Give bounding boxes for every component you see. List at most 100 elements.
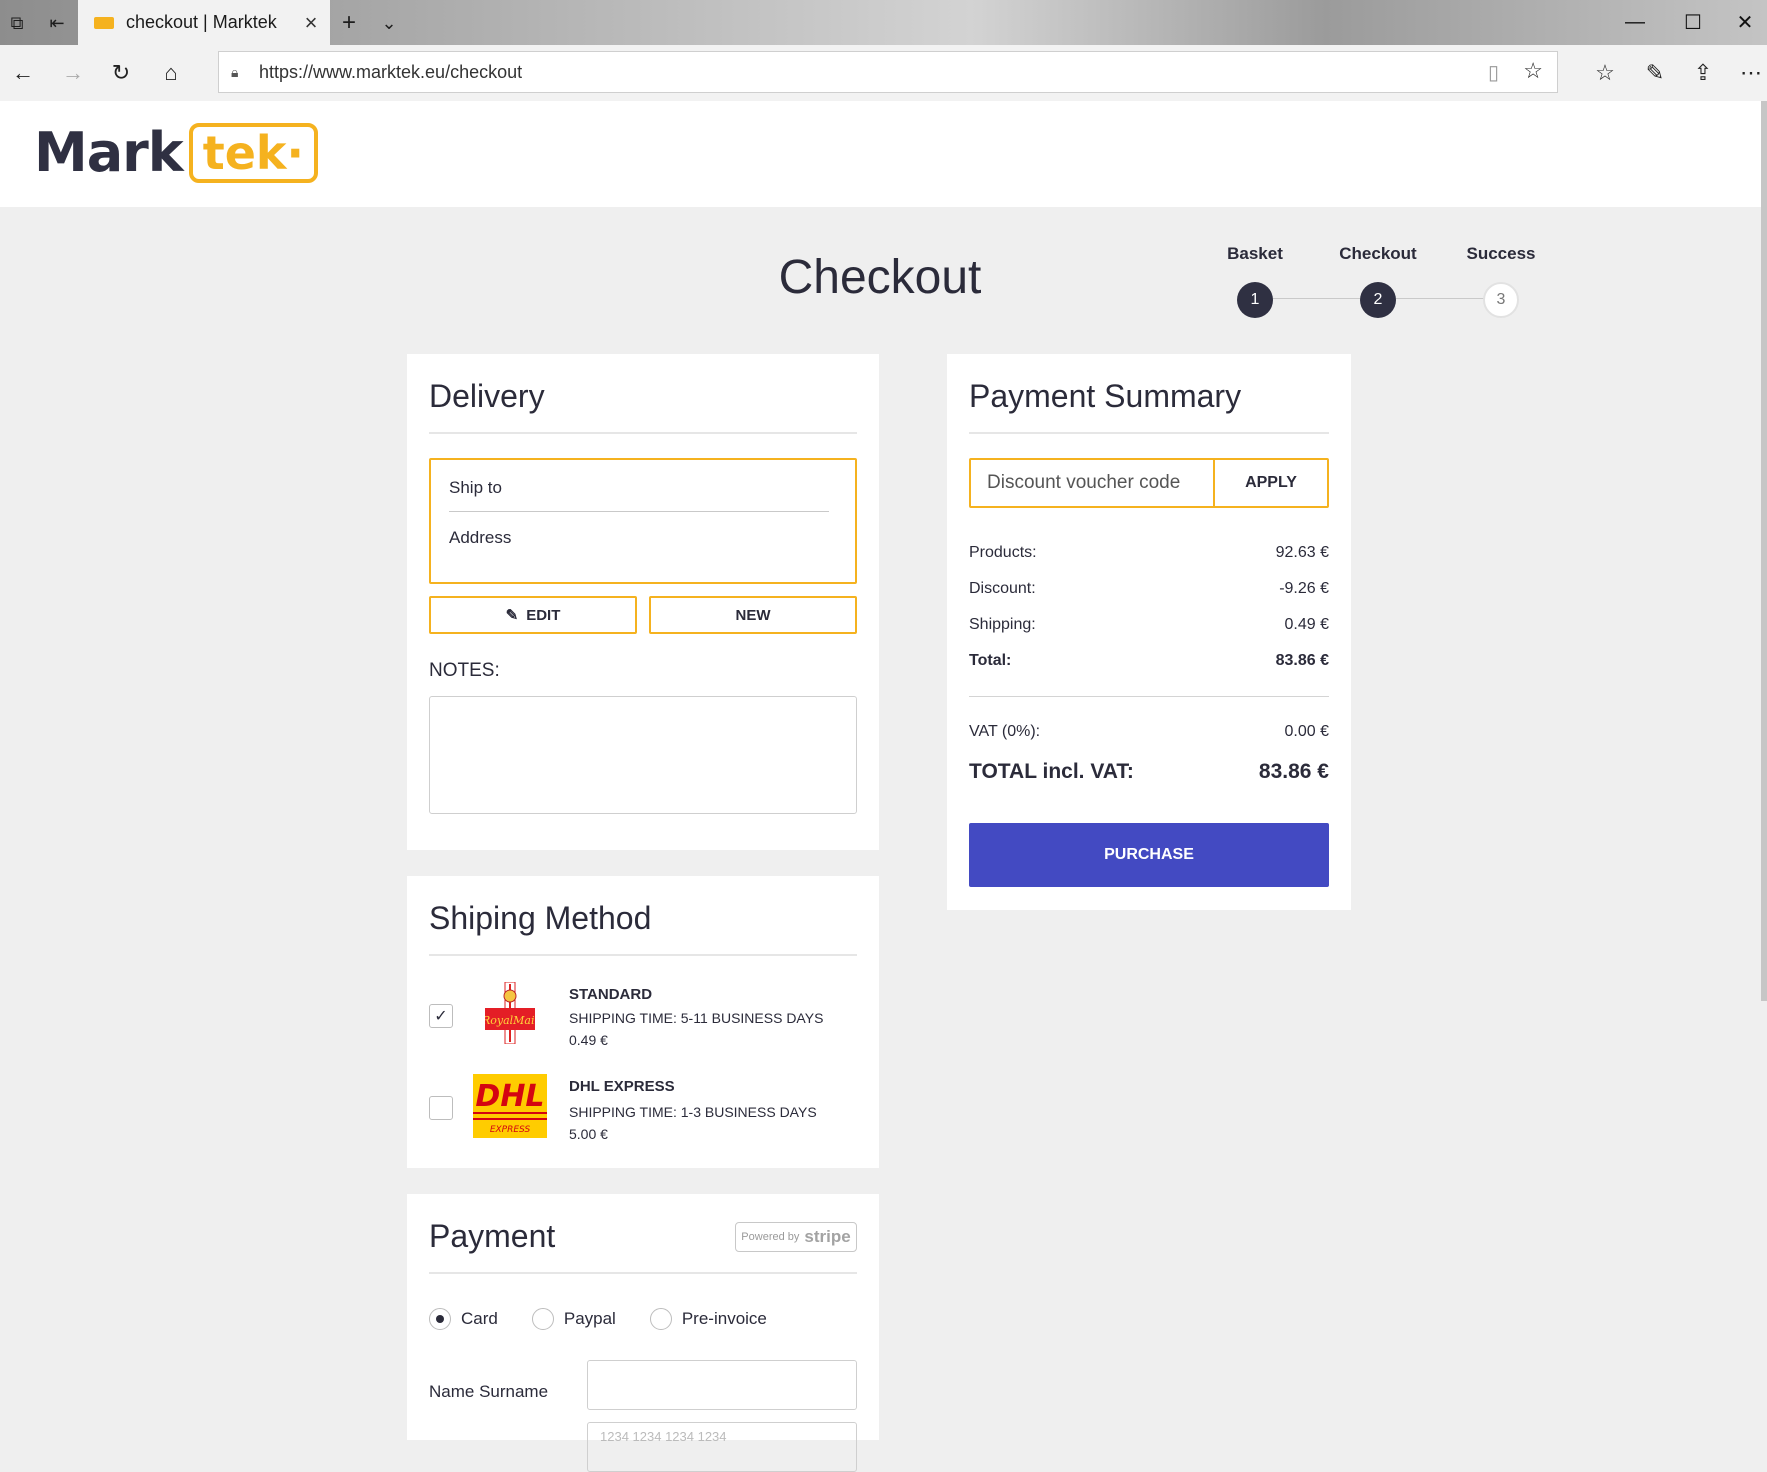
favorite-star-icon[interactable]: ☆ [1523, 58, 1543, 84]
url-text: https://www.marktek.eu/checkout [259, 61, 523, 82]
step-label: Basket [1227, 244, 1283, 263]
voucher-group: Discount voucher code APPLY [969, 458, 1329, 508]
vat-value: 0.00 € [1284, 723, 1329, 740]
option-time: SHIPPING TIME: 5-11 BUSINESS DAYS [569, 1010, 824, 1026]
stripe-brand-text: stripe [804, 1227, 851, 1246]
shipping-heading: Shiping Method [429, 900, 652, 936]
option-name: STANDARD [569, 986, 653, 1003]
svg-text:DHL: DHL [475, 1079, 544, 1114]
notes-textarea[interactable] [429, 696, 857, 814]
card-radio[interactable] [429, 1308, 451, 1330]
step-number: 1 [1237, 282, 1273, 318]
vat-label: VAT (0%): [969, 723, 1041, 740]
standard-checkbox[interactable]: ✓ [429, 1004, 453, 1028]
notes-label: NOTES: [429, 660, 500, 681]
products-label: Products: [969, 544, 1037, 561]
card-number-input[interactable]: 1234 1234 1234 1234 [587, 1422, 857, 1472]
step-label: Checkout [1339, 244, 1417, 263]
address-bar[interactable]: 🔒︎ https://www.marktek.eu/checkout ▯ ☆ [218, 51, 1558, 93]
products-row: Products: 92.63 € [969, 544, 1329, 562]
payment-heading: Payment [429, 1218, 556, 1254]
voucher-input[interactable]: Discount voucher code [971, 460, 1215, 506]
minimize-icon[interactable]: — [1620, 8, 1650, 36]
home-icon[interactable]: ⌂ [156, 58, 186, 88]
total-incl-vat-row: TOTAL incl. VAT: 83.86 € [969, 760, 1329, 784]
set-aside-tabs-icon[interactable]: ⇤ [44, 10, 70, 36]
dhl-logo: DHL EXPRESS [473, 1074, 547, 1138]
total-incl-label: TOTAL incl. VAT: [969, 760, 1134, 783]
divider [449, 511, 829, 512]
forward-icon[interactable]: → [58, 58, 88, 88]
back-icon[interactable]: ← [8, 58, 38, 88]
discount-value: -9.26 € [1279, 580, 1329, 597]
svg-text:EXPRESS: EXPRESS [490, 1125, 531, 1135]
step-number: 2 [1360, 282, 1396, 318]
divider [969, 696, 1329, 697]
new-tab-icon[interactable]: + [336, 9, 362, 36]
apply-button[interactable]: APPLY [1215, 460, 1327, 506]
site-header: Mark tek· [0, 101, 1761, 207]
payment-card: Payment Powered by stripe Card Paypal Pr… [407, 1194, 879, 1472]
pen-notes-icon[interactable]: ✎ [1640, 58, 1670, 88]
close-window-icon[interactable]: ✕ [1730, 8, 1760, 36]
favicon-icon [94, 16, 114, 29]
delivery-heading: Delivery [429, 378, 545, 414]
step-label: Success [1466, 244, 1536, 263]
tab-actions-icon[interactable]: ⧉ [4, 10, 30, 36]
purchase-button[interactable]: PURCHASE [969, 823, 1329, 887]
svg-text:RoyalMail: RoyalMail [485, 1014, 535, 1027]
address-label: Address [449, 528, 512, 547]
logo-tek-box: tek· [188, 122, 318, 183]
total-row: Total: 83.86 € [969, 652, 1329, 670]
pre-invoice-radio[interactable] [649, 1308, 672, 1330]
powered-by-stripe-badge: Powered by stripe [735, 1222, 857, 1252]
products-value: 92.63 € [1275, 544, 1329, 561]
paypal-label[interactable]: Paypal [564, 1309, 616, 1329]
payment-method-group: Card Paypal Pre-invoice [429, 1308, 767, 1330]
marktek-logo[interactable]: Mark tek· [34, 121, 318, 184]
edit-address-button[interactable]: ✎ EDIT [429, 596, 637, 634]
divider [429, 432, 857, 434]
summary-heading: Payment Summary [969, 378, 1242, 414]
tab-list-chevron-icon[interactable]: ⌄ [376, 10, 402, 36]
total-incl-value: 83.86 € [1258, 760, 1329, 783]
page-scrollbar[interactable] [1761, 101, 1767, 1001]
shipping-option-dhl[interactable]: DHL EXPRESS DHL EXPRESS SHIPPING TIME: 1… [429, 1074, 859, 1154]
new-label: NEW [735, 606, 771, 624]
discount-row: Discount: -9.26 € [969, 580, 1329, 598]
option-price: 5.00 € [569, 1126, 608, 1142]
dhl-checkbox[interactable] [429, 1096, 453, 1120]
option-price: 0.49 € [569, 1032, 608, 1048]
reading-view-icon[interactable]: ▯ [1488, 60, 1499, 85]
logo-mark-text: Mark [34, 121, 184, 184]
name-surname-input[interactable] [587, 1360, 857, 1410]
new-address-button[interactable]: NEW [649, 596, 857, 634]
ship-to-address-box[interactable]: Ship to Address [429, 458, 857, 584]
option-name: DHL EXPRESS [569, 1078, 675, 1095]
paypal-radio[interactable] [531, 1308, 554, 1330]
payment-summary-card: Payment Summary Discount voucher code AP… [947, 354, 1351, 910]
browser-nav-bar: ← → ↻ ⌂ 🔒︎ https://www.marktek.eu/checko… [0, 45, 1767, 102]
shipping-method-card: Shiping Method ✓ RoyalMail STANDARD SHIP… [407, 876, 879, 1168]
pre-invoice-label[interactable]: Pre-invoice [682, 1309, 767, 1329]
vat-row: VAT (0%): 0.00 € [969, 723, 1329, 741]
step-basket: Basket 1 [1195, 244, 1315, 318]
card-label[interactable]: Card [461, 1309, 498, 1329]
shipping-option-standard[interactable]: ✓ RoyalMail STANDARD SHIPPING TIME: 5-11… [429, 982, 859, 1062]
step-number: 3 [1483, 282, 1519, 318]
page-title: Checkout [778, 251, 982, 304]
shipping-value: 0.49 € [1284, 616, 1329, 633]
browser-tab[interactable]: checkout | Marktek × [78, 0, 330, 45]
shipping-label: Shipping: [969, 616, 1036, 633]
more-options-icon[interactable]: ⋯ [1736, 58, 1766, 88]
close-tab-icon[interactable]: × [298, 10, 324, 36]
royal-mail-logo: RoyalMail [485, 982, 535, 1044]
tab-title: checkout | Marktek [126, 12, 277, 32]
maximize-icon[interactable]: ☐ [1678, 8, 1708, 36]
step-checkout: Checkout 2 [1318, 244, 1438, 318]
share-icon[interactable]: ⇪ [1688, 58, 1718, 88]
logo-tek-text: tek· [202, 125, 304, 180]
divider [969, 432, 1329, 434]
favorites-list-icon[interactable]: ☆ [1590, 58, 1620, 88]
refresh-icon[interactable]: ↻ [106, 58, 136, 88]
